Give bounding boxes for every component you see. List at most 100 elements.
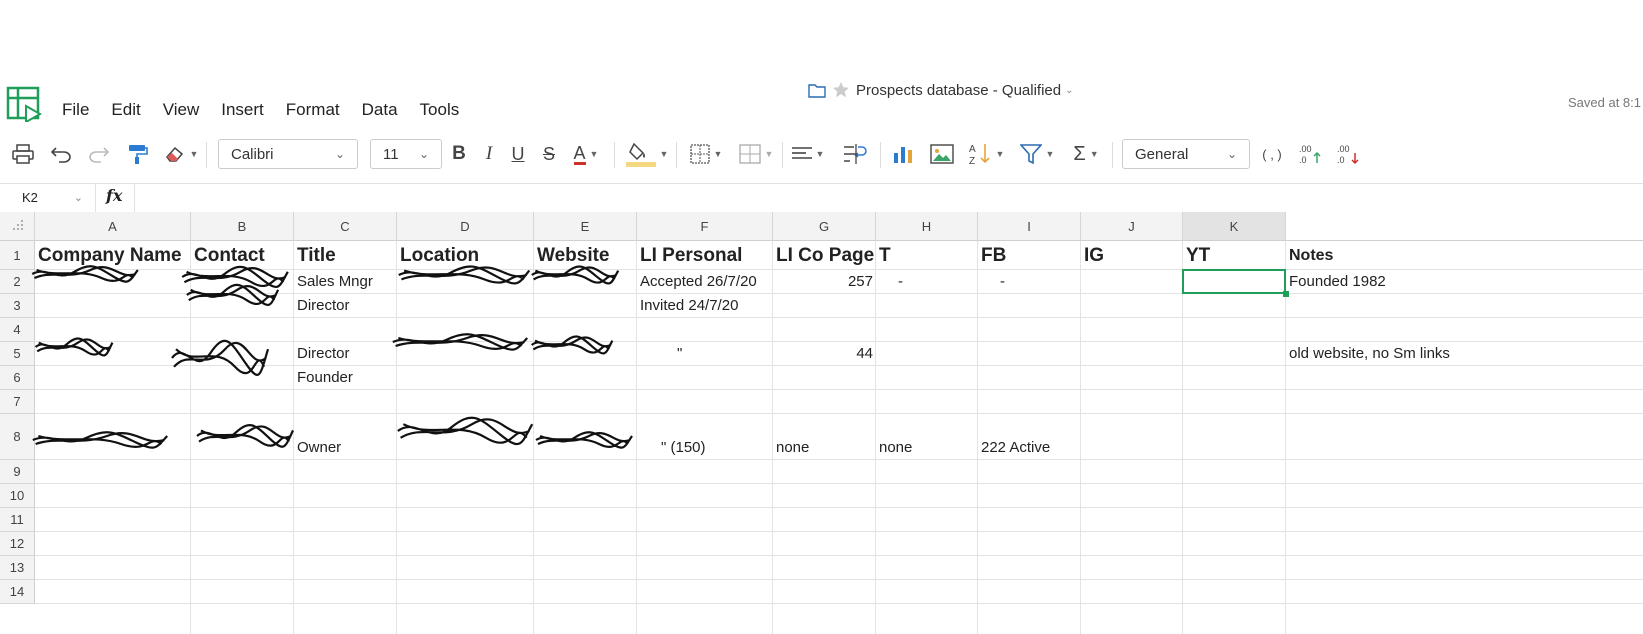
cell-c6[interactable]: Founder — [294, 366, 397, 390]
increase-decimal-icon[interactable]: .00.0 — [1296, 136, 1322, 172]
column-header-c[interactable]: C — [294, 212, 397, 241]
column-header-f[interactable]: F — [637, 212, 773, 241]
cell-j1[interactable]: IG — [1081, 241, 1183, 270]
menu-file[interactable]: File — [62, 100, 89, 120]
cell-c5[interactable]: Director — [294, 342, 397, 366]
folder-icon[interactable] — [808, 82, 826, 98]
row-header-2[interactable]: 2 — [0, 270, 35, 294]
cell-i2[interactable]: - — [978, 270, 1100, 294]
borders-icon[interactable]: ▼ — [686, 136, 726, 172]
cell-c1[interactable]: Title — [294, 241, 397, 270]
cell-l1[interactable]: Notes — [1286, 241, 1589, 270]
filter-icon[interactable]: ▼ — [1016, 136, 1058, 172]
chart-icon[interactable] — [890, 136, 916, 172]
cell-name-box[interactable]: K2 ⌄ — [0, 184, 96, 212]
image-icon[interactable] — [928, 136, 956, 172]
bold-icon[interactable]: B — [448, 136, 470, 172]
cell-e1[interactable]: Website — [534, 241, 637, 270]
fill-handle[interactable] — [1283, 291, 1289, 297]
namebox-chevron-icon[interactable]: ⌄ — [74, 184, 83, 212]
row-header-10[interactable]: 10 — [0, 484, 35, 508]
font-family-select[interactable]: Calibri ⌄ — [218, 139, 358, 169]
cell-a1[interactable]: Company Name — [35, 241, 191, 270]
cell-f3[interactable]: Invited 24/7/20 — [637, 294, 773, 318]
document-title[interactable]: Prospects database - Qualified — [856, 82, 1061, 99]
row-header-5[interactable]: 5 — [0, 342, 35, 366]
decrease-decimal-icon[interactable]: .00.0 — [1334, 136, 1360, 172]
print-icon[interactable] — [10, 136, 36, 172]
menu-data[interactable]: Data — [362, 100, 398, 120]
cell-i1[interactable]: FB — [978, 241, 1081, 270]
column-header-j[interactable]: J — [1081, 212, 1183, 241]
column-header-e[interactable]: E — [534, 212, 637, 241]
row-header-9[interactable]: 9 — [0, 460, 35, 484]
menu-insert[interactable]: Insert — [221, 100, 264, 120]
row-header-8[interactable]: 8 — [0, 414, 35, 460]
text-color-icon[interactable]: A ▼ — [566, 136, 606, 172]
cell-l5[interactable]: old website, no Sm links — [1286, 342, 1589, 366]
cell-b1[interactable]: Contact — [191, 241, 294, 270]
column-header-d[interactable]: D — [397, 212, 534, 241]
cell-h1[interactable]: T — [876, 241, 978, 270]
undo-icon[interactable] — [48, 136, 74, 172]
comma-icon[interactable]: ( , ) — [1258, 136, 1286, 172]
title-chevron-down-icon[interactable]: ⌄ — [1065, 85, 1073, 96]
column-header-b[interactable]: B — [191, 212, 294, 241]
row-header-14[interactable]: 14 — [0, 580, 35, 604]
column-header-a[interactable]: A — [35, 212, 191, 241]
document-title-area: Prospects database - Qualified ⌄ — [808, 81, 1074, 99]
column-header-k[interactable]: K — [1183, 212, 1286, 241]
cell-c3[interactable]: Director — [294, 294, 397, 318]
underline-icon[interactable]: U — [507, 136, 529, 172]
column-header-i[interactable]: I — [978, 212, 1081, 241]
row-header-12[interactable]: 12 — [0, 532, 35, 556]
redaction-scribble — [395, 414, 535, 448]
menu-format[interactable]: Format — [286, 100, 340, 120]
cell-f1[interactable]: LI Personal — [637, 241, 773, 270]
row-header-1[interactable]: 1 — [0, 241, 35, 270]
merge-icon[interactable]: ▼ — [736, 136, 776, 172]
row-header-6[interactable]: 6 — [0, 366, 35, 390]
cell-f2[interactable]: Accepted 26/7/20 — [637, 270, 773, 294]
sort-icon[interactable]: AZ ▼ — [966, 136, 1006, 172]
format-painter-icon[interactable] — [124, 136, 150, 172]
app-logo-icon — [6, 86, 42, 122]
row-header-3[interactable]: 3 — [0, 294, 35, 318]
cell-g2[interactable]: 257 — [773, 270, 879, 294]
cell-c8[interactable]: Owner — [294, 436, 397, 460]
cell-k1[interactable]: YT — [1183, 241, 1286, 270]
star-icon[interactable] — [832, 81, 850, 99]
row-header-13[interactable]: 13 — [0, 556, 35, 580]
redo-icon[interactable] — [86, 136, 112, 172]
cell-d1[interactable]: Location — [397, 241, 534, 270]
italic-icon[interactable]: I — [478, 136, 500, 172]
cell-g5[interactable]: 44 — [773, 342, 879, 366]
column-header-g[interactable]: G — [773, 212, 876, 241]
row-header-11[interactable]: 11 — [0, 508, 35, 532]
cell-i8[interactable]: 222 Active — [978, 436, 1081, 460]
strikethrough-icon[interactable]: S — [538, 136, 560, 172]
cell-h8[interactable]: none — [876, 436, 978, 460]
menu-edit[interactable]: Edit — [111, 100, 140, 120]
number-format-select[interactable]: General ⌄ — [1122, 139, 1250, 169]
menu-tools[interactable]: Tools — [420, 100, 460, 120]
selected-cell-outline[interactable] — [1182, 269, 1286, 294]
cell-g8[interactable]: none — [773, 436, 876, 460]
font-size-select[interactable]: 11 ⌄ — [370, 139, 442, 169]
font-size-value: 11 — [383, 145, 399, 163]
row-header-7[interactable]: 7 — [0, 390, 35, 414]
cell-l2[interactable]: Founded 1982 — [1286, 270, 1589, 294]
formula-input[interactable] — [140, 184, 1630, 212]
fill-color-icon[interactable]: ▼ — [624, 136, 670, 172]
clear-format-icon[interactable]: ▼ — [162, 136, 200, 172]
select-all-corner[interactable] — [0, 212, 35, 241]
align-icon[interactable]: ▼ — [788, 136, 828, 172]
cell-f8[interactable]: " (150) — [637, 436, 794, 460]
row-header-4[interactable]: 4 — [0, 318, 35, 342]
sum-icon[interactable]: Σ ▼ — [1066, 136, 1106, 172]
cell-g1[interactable]: LI Co Page — [773, 241, 876, 270]
column-header-h[interactable]: H — [876, 212, 978, 241]
wrap-icon[interactable] — [840, 136, 870, 172]
menu-view[interactable]: View — [163, 100, 200, 120]
cell-c2[interactable]: Sales Mngr — [294, 270, 397, 294]
